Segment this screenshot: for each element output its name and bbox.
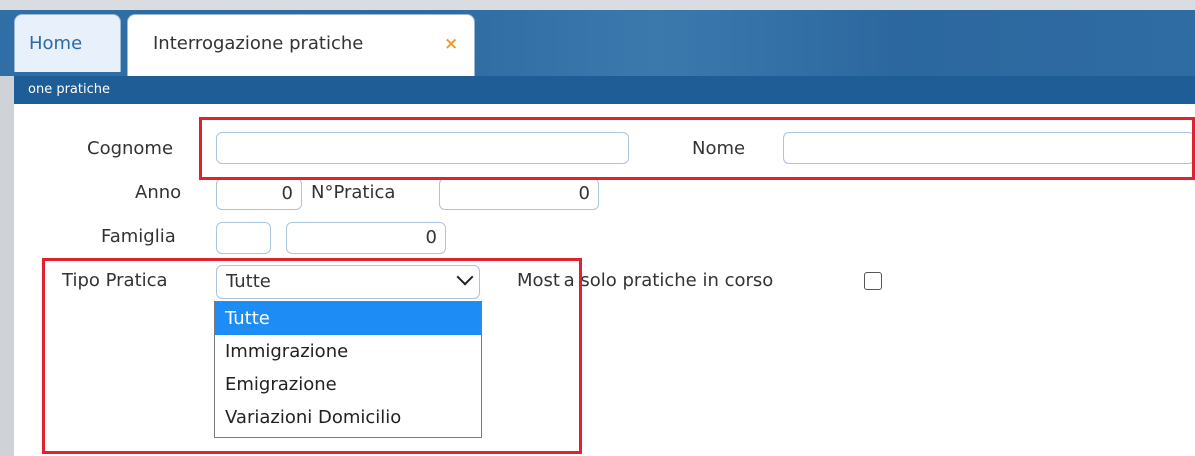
- anno-label: Anno: [135, 182, 182, 203]
- breadcrumb: one pratiche: [14, 76, 1195, 104]
- npratica-label: N°Pratica: [311, 182, 396, 203]
- mostra-solo-checkbox[interactable]: [864, 272, 882, 290]
- close-icon[interactable]: ×: [444, 15, 458, 73]
- famiglia-code-input[interactable]: [216, 222, 271, 254]
- tab-interrogazione-pratiche[interactable]: Interrogazione pratiche ×: [127, 14, 475, 76]
- cognome-label: Cognome: [87, 138, 174, 159]
- famiglia-label: Famiglia: [101, 226, 176, 247]
- npratica-input[interactable]: 0: [439, 178, 599, 210]
- famiglia-number-input[interactable]: 0: [286, 222, 446, 254]
- anno-input[interactable]: 0: [216, 178, 302, 210]
- breadcrumb-text: one pratiche: [28, 82, 110, 97]
- tab-bar: Home Interrogazione pratiche ×: [0, 0, 1195, 76]
- top-strip: [0, 0, 1195, 10]
- tab-active-label: Interrogazione pratiche: [153, 33, 364, 54]
- highlight-tipo-pratica: [42, 258, 582, 454]
- highlight-name-fields: [199, 117, 1195, 180]
- tab-home-label: Home: [29, 33, 83, 54]
- tab-home[interactable]: Home: [14, 14, 121, 72]
